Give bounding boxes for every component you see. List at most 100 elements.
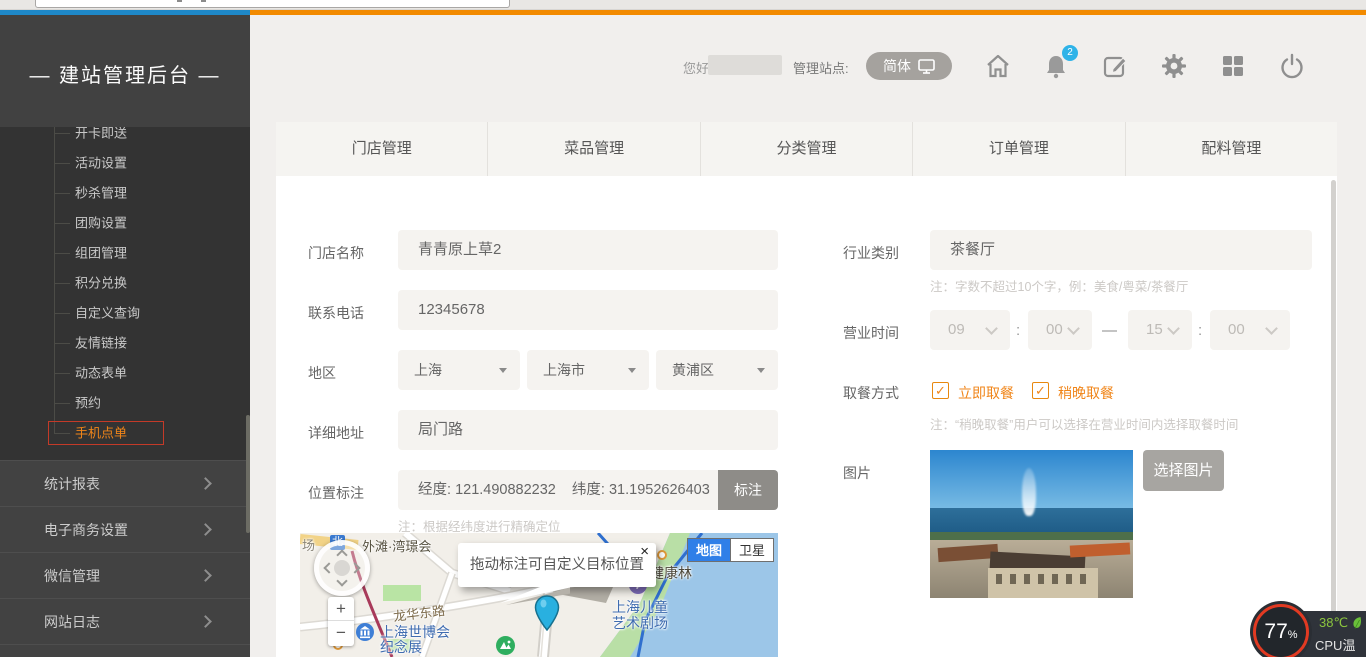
tab-order-management[interactable]: 订单管理 bbox=[912, 122, 1124, 176]
zoom-out-button[interactable]: − bbox=[328, 621, 354, 645]
map-tooltip: 拖动标注可自定义目标位置 × bbox=[458, 543, 656, 587]
home-icon bbox=[984, 52, 1012, 80]
sidebar-section-wechat[interactable]: 微信管理 bbox=[0, 552, 250, 598]
map-widget[interactable]: 场 外滩·湾璟会 龙华东路 上海世博会纪念展 健康林 上海儿童艺术剧场 ♪ 北 bbox=[300, 533, 778, 657]
image-label: 图片 bbox=[843, 463, 871, 483]
cpu-temp-label: CPU温度 bbox=[1315, 635, 1366, 657]
location-label: 位置标注 bbox=[308, 483, 364, 503]
sidebar-section-site-log[interactable]: 网站日志 bbox=[0, 598, 250, 644]
tab-store-management[interactable]: 门店管理 bbox=[276, 122, 487, 176]
tab-ingredient-management[interactable]: 配料管理 bbox=[1125, 122, 1337, 176]
tab-dish-management[interactable]: 菜品管理 bbox=[487, 122, 699, 176]
sidebar-item-friend-links[interactable]: 友情链接 bbox=[54, 333, 127, 353]
satellite-mode-button[interactable]: 卫星 bbox=[730, 538, 774, 562]
sidebar-item-custom-query[interactable]: 自定义查询 bbox=[54, 303, 140, 323]
content-scrollbar[interactable] bbox=[1331, 180, 1336, 657]
cpu-temperature: 38℃ bbox=[1319, 615, 1348, 630]
accent-bar-orange bbox=[250, 10, 1366, 15]
chevron-down-icon bbox=[985, 322, 998, 335]
browser-address-bar[interactable] bbox=[35, 0, 510, 8]
logout-button[interactable] bbox=[1278, 52, 1306, 80]
industry-input[interactable]: 茶餐厅 bbox=[930, 230, 1312, 270]
sidebar-scrollbar[interactable] bbox=[246, 415, 250, 533]
sidebar-title-block: — 建站管理后台 — bbox=[0, 15, 250, 127]
pan-right-arrow[interactable] bbox=[349, 562, 360, 573]
store-name-input[interactable]: 青青原上草2 bbox=[398, 230, 778, 270]
sidebar-section-ecommerce[interactable]: 电子商务设置 bbox=[0, 506, 250, 552]
sidebar-item-points-exchange[interactable]: 积分兑换 bbox=[54, 273, 127, 293]
time-colon: : bbox=[1016, 322, 1020, 339]
tab-category-management[interactable]: 分类管理 bbox=[700, 122, 912, 176]
compose-button[interactable] bbox=[1101, 52, 1129, 80]
chevron-right-icon bbox=[199, 523, 212, 536]
dropdown-arrow-icon bbox=[628, 368, 636, 373]
map-pan-control[interactable] bbox=[314, 540, 370, 596]
zoom-in-button[interactable]: + bbox=[328, 597, 354, 621]
notifications-button[interactable]: 2 bbox=[1042, 52, 1070, 80]
sidebar-section-statistics[interactable]: 统计报表 bbox=[0, 460, 250, 506]
industry-note: 注：字数不超过10个字，例：美食/粤菜/茶餐厅 bbox=[930, 276, 1188, 295]
pan-down-arrow[interactable] bbox=[336, 575, 347, 586]
park-photo-icon bbox=[496, 636, 515, 655]
pickup-later-label[interactable]: 稍晚取餐 bbox=[1058, 383, 1114, 403]
start-hour-select[interactable]: 09 bbox=[930, 310, 1010, 350]
language-switch-button[interactable]: 简体 bbox=[866, 52, 952, 80]
pickup-now-checkbox[interactable]: ✓ bbox=[932, 382, 949, 399]
home-button[interactable] bbox=[984, 52, 1012, 80]
time-dash: — bbox=[1102, 322, 1117, 339]
leaf-icon bbox=[1352, 616, 1362, 629]
pan-center[interactable] bbox=[334, 560, 350, 576]
sidebar-item-group-manage[interactable]: 组团管理 bbox=[54, 243, 127, 263]
chevron-right-icon bbox=[199, 569, 212, 582]
apps-grid-button[interactable] bbox=[1219, 52, 1247, 80]
pickup-now-label[interactable]: 立即取餐 bbox=[958, 383, 1014, 403]
coordinates-field[interactable]: 经度: 121.490882232 纬度: 31.1952626403 bbox=[398, 470, 718, 510]
end-hour-select[interactable]: 15 bbox=[1128, 310, 1192, 350]
map-pin-icon[interactable] bbox=[534, 595, 560, 633]
sidebar-item-activity-settings[interactable]: 活动设置 bbox=[54, 153, 127, 173]
address-text-fragment bbox=[177, 0, 182, 2]
pickup-label: 取餐方式 bbox=[843, 383, 899, 403]
industry-label: 行业类别 bbox=[843, 243, 899, 263]
map-zoom-control: + − bbox=[328, 597, 354, 646]
sidebar-item-reservation[interactable]: 预约 bbox=[54, 393, 101, 413]
map-poi-expo: 上海世博会纪念展 bbox=[380, 625, 450, 655]
monitor-icon bbox=[918, 59, 935, 74]
store-photo bbox=[930, 450, 1133, 598]
address-text-fragment bbox=[201, 0, 206, 2]
pickup-note: 注：“稍晚取餐”用户可以选择在营业时间内选择取餐时间 bbox=[930, 414, 1238, 433]
mark-location-button[interactable]: 标注 bbox=[718, 470, 778, 510]
choose-image-button[interactable]: 选择图片 bbox=[1143, 450, 1224, 491]
gear-icon bbox=[1160, 52, 1188, 80]
pan-left-arrow[interactable] bbox=[323, 562, 334, 573]
cpu-monitor-widget[interactable]: 77% 38℃ CPU温度 bbox=[1253, 604, 1366, 657]
settings-button[interactable] bbox=[1160, 52, 1188, 80]
lat-label: 纬度: bbox=[572, 482, 605, 498]
pan-up-arrow[interactable] bbox=[336, 549, 347, 560]
power-icon bbox=[1278, 52, 1306, 80]
province-select[interactable]: 上海 bbox=[398, 350, 520, 390]
dropdown-arrow-icon bbox=[757, 368, 765, 373]
chevron-down-icon bbox=[1167, 322, 1180, 335]
tooltip-close-icon[interactable]: × bbox=[640, 544, 649, 560]
map-mode-button[interactable]: 地图 bbox=[687, 538, 730, 562]
chevron-right-icon bbox=[199, 615, 212, 628]
notification-badge: 2 bbox=[1062, 45, 1078, 61]
sidebar-item-group-buy[interactable]: 团购设置 bbox=[54, 213, 127, 233]
start-minute-select[interactable]: 00 bbox=[1028, 310, 1092, 350]
cpu-usage-gauge: 77% bbox=[1253, 604, 1309, 657]
map-poi-bund: 外滩·湾璟会 bbox=[362, 536, 431, 555]
end-minute-select[interactable]: 00 bbox=[1210, 310, 1290, 350]
map-poi-theatre: 上海儿童艺术剧场 bbox=[612, 599, 668, 631]
city-select[interactable]: 上海市 bbox=[527, 350, 649, 390]
map-type-toggle: 地图 卫星 bbox=[687, 538, 774, 562]
sidebar-item-flash-sale[interactable]: 秒杀管理 bbox=[54, 183, 127, 203]
district-select[interactable]: 黄浦区 bbox=[656, 350, 778, 390]
pickup-later-checkbox[interactable]: ✓ bbox=[1032, 382, 1049, 399]
sidebar-item-dynamic-form[interactable]: 动态表单 bbox=[54, 363, 127, 383]
fountain bbox=[1022, 468, 1036, 516]
phone-input[interactable]: 12345678 bbox=[398, 290, 778, 330]
greeting-text: 您好 bbox=[683, 58, 709, 77]
address-input[interactable]: 局门路 bbox=[398, 410, 778, 450]
time-colon: : bbox=[1198, 322, 1202, 339]
